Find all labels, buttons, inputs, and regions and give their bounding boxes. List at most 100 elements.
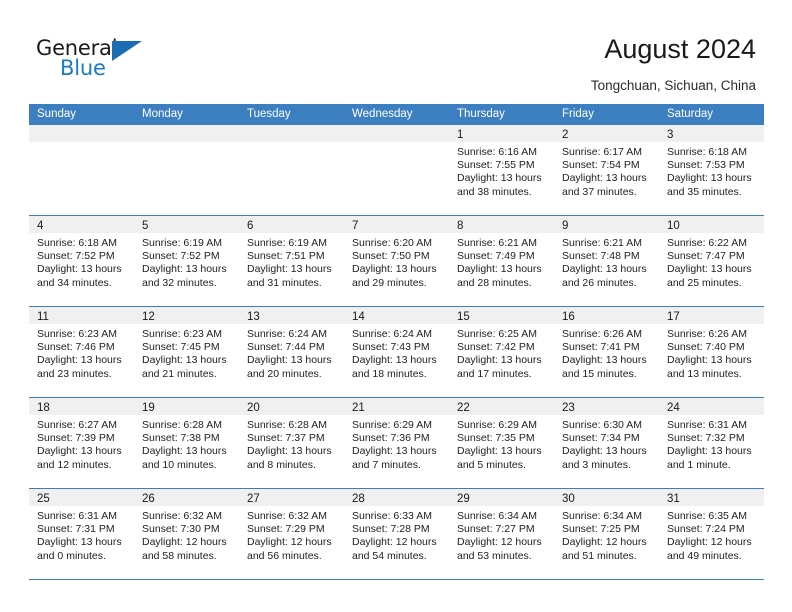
calendar-day-cell[interactable]: 24 Sunrise: 6:31 AM Sunset: 7:32 PM Dayl… [659, 398, 764, 488]
calendar-day-cell[interactable]: 28 Sunrise: 6:33 AM Sunset: 7:28 PM Dayl… [344, 489, 449, 579]
calendar-day-cell[interactable]: 25 Sunrise: 6:31 AM Sunset: 7:31 PM Dayl… [29, 489, 134, 579]
sunset-text: Sunset: 7:29 PM [247, 523, 325, 536]
calendar-day-cell[interactable]: 3 Sunrise: 6:18 AM Sunset: 7:53 PM Dayli… [659, 125, 764, 215]
sunrise-text: Sunrise: 6:20 AM [352, 237, 432, 249]
day-number-band: 5 [134, 216, 239, 233]
calendar-day-cell[interactable]: 11 Sunrise: 6:23 AM Sunset: 7:46 PM Dayl… [29, 307, 134, 397]
daylight-text-line1: Daylight: 13 hours [667, 445, 752, 458]
day-number: 1 [457, 129, 464, 141]
day-number-band [29, 125, 134, 142]
calendar-day-cell[interactable]: 20 Sunrise: 6:28 AM Sunset: 7:37 PM Dayl… [239, 398, 344, 488]
day-details: Sunrise: 6:34 AM Sunset: 7:25 PM Dayligh… [554, 506, 659, 563]
calendar-day-cell[interactable] [344, 125, 449, 215]
calendar-day-cell[interactable]: 21 Sunrise: 6:29 AM Sunset: 7:36 PM Dayl… [344, 398, 449, 488]
brand-logo[interactable]: General Blue [36, 36, 156, 82]
day-number: 3 [667, 129, 674, 141]
sunset-text: Sunset: 7:46 PM [37, 341, 115, 354]
sunset-text: Sunset: 7:32 PM [667, 432, 745, 445]
sunrise-text: Sunrise: 6:34 AM [562, 510, 642, 522]
calendar-day-cell[interactable]: 30 Sunrise: 6:34 AM Sunset: 7:25 PM Dayl… [554, 489, 659, 579]
daylight-text-line1: Daylight: 13 hours [352, 263, 437, 276]
day-number: 18 [37, 402, 50, 414]
calendar-day-cell[interactable]: 10 Sunrise: 6:22 AM Sunset: 7:47 PM Dayl… [659, 216, 764, 306]
day-number: 30 [562, 493, 575, 505]
day-details: Sunrise: 6:35 AM Sunset: 7:24 PM Dayligh… [659, 506, 764, 563]
sunset-text: Sunset: 7:31 PM [37, 523, 115, 536]
calendar-day-cell[interactable]: 6 Sunrise: 6:19 AM Sunset: 7:51 PM Dayli… [239, 216, 344, 306]
day-number-band [344, 125, 449, 142]
daylight-text-line2: and 0 minutes. [37, 549, 106, 562]
sunrise-text: Sunrise: 6:28 AM [142, 419, 222, 431]
daylight-text-line1: Daylight: 13 hours [37, 263, 122, 276]
day-number: 26 [142, 493, 155, 505]
calendar-day-cell[interactable]: 17 Sunrise: 6:26 AM Sunset: 7:40 PM Dayl… [659, 307, 764, 397]
day-details: Sunrise: 6:28 AM Sunset: 7:38 PM Dayligh… [134, 415, 239, 472]
sunrise-text: Sunrise: 6:27 AM [37, 419, 117, 431]
day-details: Sunrise: 6:22 AM Sunset: 7:47 PM Dayligh… [659, 233, 764, 290]
calendar-day-cell[interactable]: 22 Sunrise: 6:29 AM Sunset: 7:35 PM Dayl… [449, 398, 554, 488]
calendar-week-row: 18 Sunrise: 6:27 AM Sunset: 7:39 PM Dayl… [29, 397, 764, 488]
day-number: 8 [457, 220, 464, 232]
calendar-day-cell[interactable]: 19 Sunrise: 6:28 AM Sunset: 7:38 PM Dayl… [134, 398, 239, 488]
daylight-text-line1: Daylight: 13 hours [562, 354, 647, 367]
calendar-day-cell[interactable]: 8 Sunrise: 6:21 AM Sunset: 7:49 PM Dayli… [449, 216, 554, 306]
calendar-day-cell[interactable]: 31 Sunrise: 6:35 AM Sunset: 7:24 PM Dayl… [659, 489, 764, 579]
calendar-day-cell[interactable] [239, 125, 344, 215]
calendar-day-cell[interactable]: 9 Sunrise: 6:21 AM Sunset: 7:48 PM Dayli… [554, 216, 659, 306]
calendar-day-cell[interactable]: 4 Sunrise: 6:18 AM Sunset: 7:52 PM Dayli… [29, 216, 134, 306]
calendar-day-cell[interactable]: 13 Sunrise: 6:24 AM Sunset: 7:44 PM Dayl… [239, 307, 344, 397]
day-details: Sunrise: 6:18 AM Sunset: 7:52 PM Dayligh… [29, 233, 134, 290]
page-title: August 2024 [604, 34, 756, 64]
calendar-day-cell[interactable]: 14 Sunrise: 6:24 AM Sunset: 7:43 PM Dayl… [344, 307, 449, 397]
day-details: Sunrise: 6:21 AM Sunset: 7:49 PM Dayligh… [449, 233, 554, 290]
daylight-text-line2: and 51 minutes. [562, 549, 637, 562]
daylight-text-line2: and 5 minutes. [457, 458, 526, 471]
calendar-day-cell[interactable]: 29 Sunrise: 6:34 AM Sunset: 7:27 PM Dayl… [449, 489, 554, 579]
day-number: 29 [457, 493, 470, 505]
calendar-day-cell[interactable]: 7 Sunrise: 6:20 AM Sunset: 7:50 PM Dayli… [344, 216, 449, 306]
sunrise-text: Sunrise: 6:29 AM [457, 419, 537, 431]
day-details: Sunrise: 6:30 AM Sunset: 7:34 PM Dayligh… [554, 415, 659, 472]
daylight-text-line2: and 25 minutes. [667, 276, 742, 289]
daylight-text-line2: and 32 minutes. [142, 276, 217, 289]
daylight-text-line2: and 54 minutes. [352, 549, 427, 562]
calendar-day-cell[interactable]: 26 Sunrise: 6:32 AM Sunset: 7:30 PM Dayl… [134, 489, 239, 579]
calendar-day-cell[interactable]: 18 Sunrise: 6:27 AM Sunset: 7:39 PM Dayl… [29, 398, 134, 488]
day-details: Sunrise: 6:31 AM Sunset: 7:32 PM Dayligh… [659, 415, 764, 472]
day-details: Sunrise: 6:19 AM Sunset: 7:52 PM Dayligh… [134, 233, 239, 290]
day-number: 15 [457, 311, 470, 323]
daylight-text-line2: and 38 minutes. [457, 185, 532, 198]
daylight-text-line2: and 18 minutes. [352, 367, 427, 380]
calendar-day-cell[interactable]: 5 Sunrise: 6:19 AM Sunset: 7:52 PM Dayli… [134, 216, 239, 306]
daylight-text-line1: Daylight: 13 hours [562, 445, 647, 458]
calendar-day-cell[interactable]: 15 Sunrise: 6:25 AM Sunset: 7:42 PM Dayl… [449, 307, 554, 397]
daylight-text-line2: and 37 minutes. [562, 185, 637, 198]
sunset-text: Sunset: 7:39 PM [37, 432, 115, 445]
calendar-day-cell[interactable]: 1 Sunrise: 6:16 AM Sunset: 7:55 PM Dayli… [449, 125, 554, 215]
daylight-text-line2: and 26 minutes. [562, 276, 637, 289]
sunrise-text: Sunrise: 6:33 AM [352, 510, 432, 522]
sunset-text: Sunset: 7:42 PM [457, 341, 535, 354]
weekday-header-thursday: Thursday [457, 108, 505, 120]
daylight-text-line1: Daylight: 13 hours [457, 172, 542, 185]
calendar-day-cell[interactable]: 16 Sunrise: 6:26 AM Sunset: 7:41 PM Dayl… [554, 307, 659, 397]
calendar-day-cell[interactable] [29, 125, 134, 215]
day-number: 16 [562, 311, 575, 323]
day-number: 28 [352, 493, 365, 505]
calendar-day-cell[interactable]: 23 Sunrise: 6:30 AM Sunset: 7:34 PM Dayl… [554, 398, 659, 488]
daylight-text-line2: and 53 minutes. [457, 549, 532, 562]
day-details: Sunrise: 6:23 AM Sunset: 7:46 PM Dayligh… [29, 324, 134, 381]
weekday-header-saturday: Saturday [667, 108, 714, 120]
day-number-band: 31 [659, 489, 764, 506]
brand-name-blue: Blue [60, 56, 106, 80]
daylight-text-line2: and 31 minutes. [247, 276, 322, 289]
calendar-week-row: 11 Sunrise: 6:23 AM Sunset: 7:46 PM Dayl… [29, 306, 764, 397]
sunrise-text: Sunrise: 6:23 AM [37, 328, 117, 340]
day-details: Sunrise: 6:20 AM Sunset: 7:50 PM Dayligh… [344, 233, 449, 290]
calendar-day-cell[interactable]: 27 Sunrise: 6:32 AM Sunset: 7:29 PM Dayl… [239, 489, 344, 579]
calendar-day-cell[interactable]: 12 Sunrise: 6:23 AM Sunset: 7:45 PM Dayl… [134, 307, 239, 397]
calendar-day-cell[interactable] [134, 125, 239, 215]
calendar-day-cell[interactable]: 2 Sunrise: 6:17 AM Sunset: 7:54 PM Dayli… [554, 125, 659, 215]
daylight-text-line1: Daylight: 13 hours [142, 354, 227, 367]
daylight-text-line2: and 13 minutes. [667, 367, 742, 380]
